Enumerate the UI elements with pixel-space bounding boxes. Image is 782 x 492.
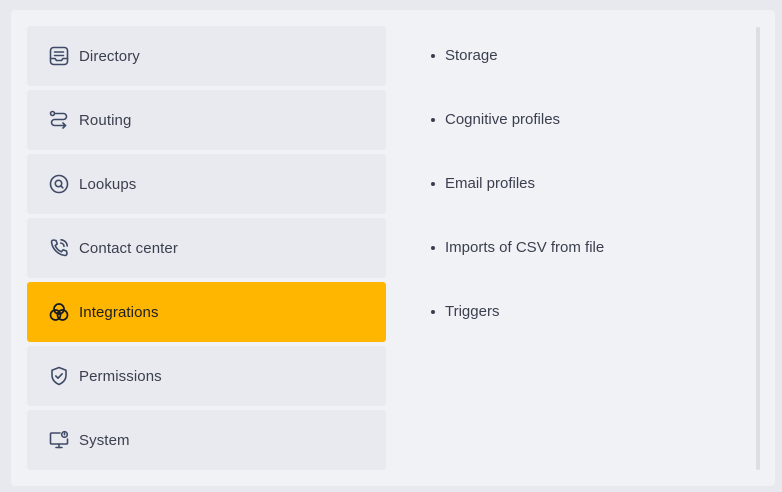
system-icon	[48, 429, 70, 451]
menu-item-label: Contact center	[79, 239, 178, 257]
menu-item-label: Directory	[79, 47, 140, 65]
submenu-item-csv-imports[interactable]: Imports of CSV from file	[431, 218, 604, 282]
menu-item-integrations[interactable]: Integrations	[27, 282, 386, 342]
menu-item-label: Lookups	[79, 175, 137, 193]
bullet	[431, 54, 435, 58]
submenu-item-storage[interactable]: Storage	[431, 26, 604, 90]
submenu-item-label: Triggers	[445, 303, 500, 320]
directory-icon	[48, 45, 70, 67]
menu-item-contact-center[interactable]: Contact center	[27, 218, 386, 278]
integrations-submenu: Storage Cognitive profiles Email profile…	[431, 26, 604, 346]
submenu-item-cognitive-profiles[interactable]: Cognitive profiles	[431, 90, 604, 154]
menu-item-label: System	[79, 431, 130, 449]
bullet	[431, 310, 435, 314]
routing-icon	[48, 109, 70, 131]
menu-item-label: Routing	[79, 111, 132, 129]
menu-item-permissions[interactable]: Permissions	[27, 346, 386, 406]
bullet	[431, 182, 435, 186]
section-menu: Directory Routing Lookups Contact center…	[27, 26, 386, 474]
submenu-item-triggers[interactable]: Triggers	[431, 282, 604, 346]
bullet	[431, 246, 435, 250]
menu-item-routing[interactable]: Routing	[27, 90, 386, 150]
menu-item-label: Permissions	[79, 367, 162, 385]
menu-item-label: Integrations	[79, 303, 159, 321]
menu-item-lookups[interactable]: Lookups	[27, 154, 386, 214]
menu-item-directory[interactable]: Directory	[27, 26, 386, 86]
submenu-item-label: Storage	[445, 47, 498, 64]
contact-center-icon	[48, 237, 70, 259]
permissions-icon	[48, 365, 70, 387]
bullet	[431, 118, 435, 122]
lookups-icon	[48, 173, 70, 195]
menu-item-system[interactable]: System	[27, 410, 386, 470]
integrations-icon	[48, 301, 70, 323]
submenu-item-label: Imports of CSV from file	[445, 239, 605, 256]
submenu-item-label: Email profiles	[445, 175, 536, 192]
admin-panel: Directory Routing Lookups Contact center…	[11, 10, 775, 486]
scrollbar[interactable]	[756, 27, 760, 470]
submenu-item-email-profiles[interactable]: Email profiles	[431, 154, 604, 218]
submenu-item-label: Cognitive profiles	[445, 111, 561, 128]
